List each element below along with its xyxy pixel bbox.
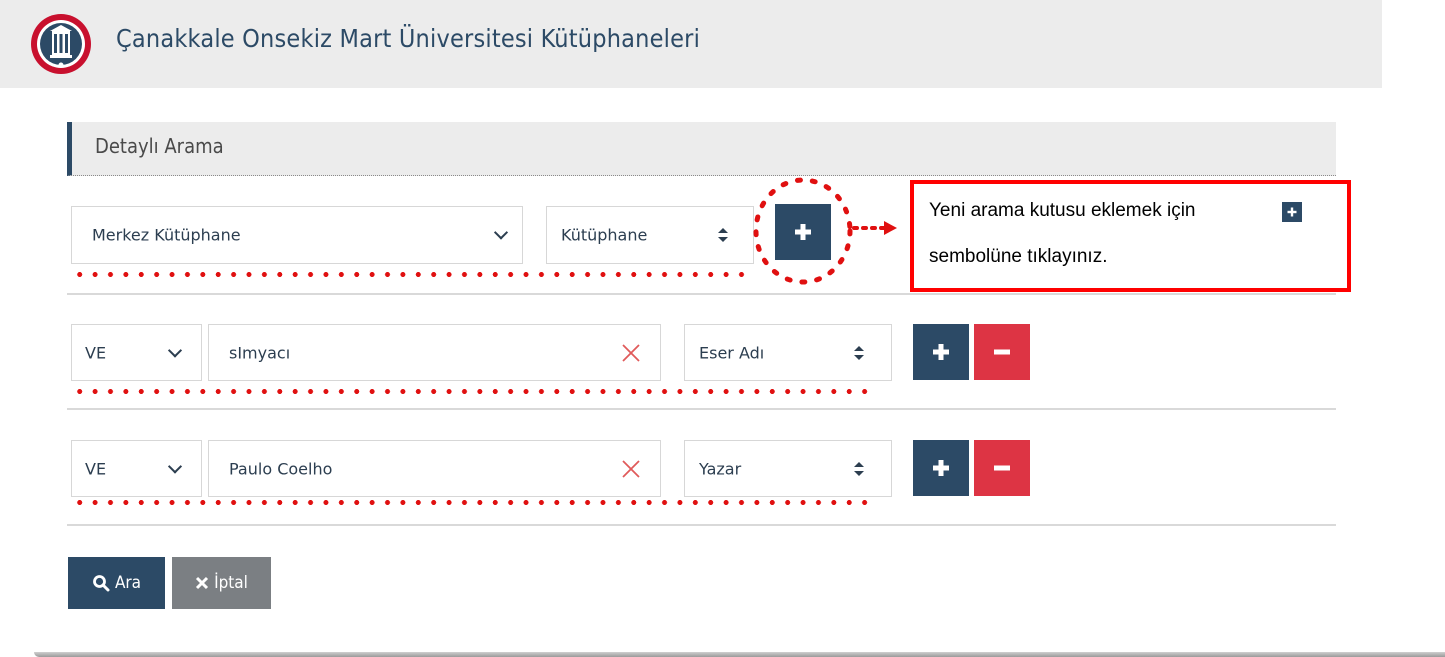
operator-select[interactable]: VE xyxy=(71,440,202,497)
plus-icon xyxy=(1282,202,1302,222)
page: Çanakkale Onsekiz Mart Üniversitesi Kütü… xyxy=(0,0,1445,657)
arrow-annotation xyxy=(852,221,897,235)
library-filter-value: Kütüphane xyxy=(561,225,648,245)
search-term-value: sImyacı xyxy=(229,343,291,362)
dotted-underline-annotation xyxy=(72,500,872,505)
sort-updown-icon xyxy=(718,228,728,242)
minus-icon xyxy=(994,465,1010,471)
add-row-button[interactable] xyxy=(913,324,969,380)
search-term-input[interactable]: sImyacı xyxy=(208,324,661,381)
dotted-underline-annotation xyxy=(72,389,872,394)
sort-updown-icon xyxy=(854,461,864,476)
callout-line-2: sembolüne tıklayınız. xyxy=(929,246,1108,267)
remove-row-button[interactable] xyxy=(974,324,1030,380)
search-term-value: Paulo Coelho xyxy=(229,459,333,478)
operator-select[interactable]: VE xyxy=(71,324,202,381)
clear-icon[interactable] xyxy=(621,459,641,479)
library-select[interactable]: Merkez Kütüphane xyxy=(71,206,523,264)
site-title: Çanakkale Onsekiz Mart Üniversitesi Kütü… xyxy=(116,24,701,53)
plus-icon xyxy=(933,344,949,360)
panel-shadow xyxy=(34,652,1445,657)
help-callout: Yeni arama kutusu eklemek için sembolüne… xyxy=(910,180,1351,292)
sort-updown-icon xyxy=(854,345,864,360)
callout-line-1: Yeni arama kutusu eklemek için xyxy=(929,200,1196,221)
search-button-label: Ara xyxy=(114,573,142,593)
chevron-down-icon xyxy=(167,342,183,358)
search-field-select[interactable]: Eser Adı xyxy=(684,324,892,381)
highlight-circle-annotation xyxy=(753,177,853,285)
library-select-value: Merkez Kütüphane xyxy=(92,225,241,245)
search-field-value: Eser Adı xyxy=(699,343,765,362)
library-filter-select[interactable]: Kütüphane xyxy=(546,206,754,264)
chevron-down-icon xyxy=(167,458,183,474)
section-title: Detaylı Arama xyxy=(95,134,224,158)
add-row-button[interactable] xyxy=(913,440,969,496)
operator-value: VE xyxy=(85,343,107,362)
search-term-input[interactable]: Paulo Coelho xyxy=(208,440,661,497)
minus-icon xyxy=(994,349,1010,355)
cancel-button-label: İptal xyxy=(214,573,248,593)
operator-value: VE xyxy=(85,459,107,478)
search-button[interactable]: Ara xyxy=(68,557,165,609)
row-divider xyxy=(67,408,1336,410)
search-field-value: Yazar xyxy=(699,459,742,478)
remove-row-button[interactable] xyxy=(974,440,1030,496)
search-icon xyxy=(93,575,110,592)
site-header: Çanakkale Onsekiz Mart Üniversitesi Kütü… xyxy=(0,0,1382,88)
close-icon xyxy=(196,576,209,590)
row-divider xyxy=(67,293,1336,295)
row-divider xyxy=(67,524,1336,526)
chevron-down-icon xyxy=(493,225,509,240)
search-field-select[interactable]: Yazar xyxy=(684,440,892,497)
university-logo xyxy=(31,14,91,74)
clear-icon[interactable] xyxy=(621,343,641,363)
cancel-button[interactable]: İptal xyxy=(172,557,271,609)
plus-icon xyxy=(933,460,949,476)
dotted-underline-annotation xyxy=(72,272,754,277)
section-header: Detaylı Arama xyxy=(67,122,1336,176)
